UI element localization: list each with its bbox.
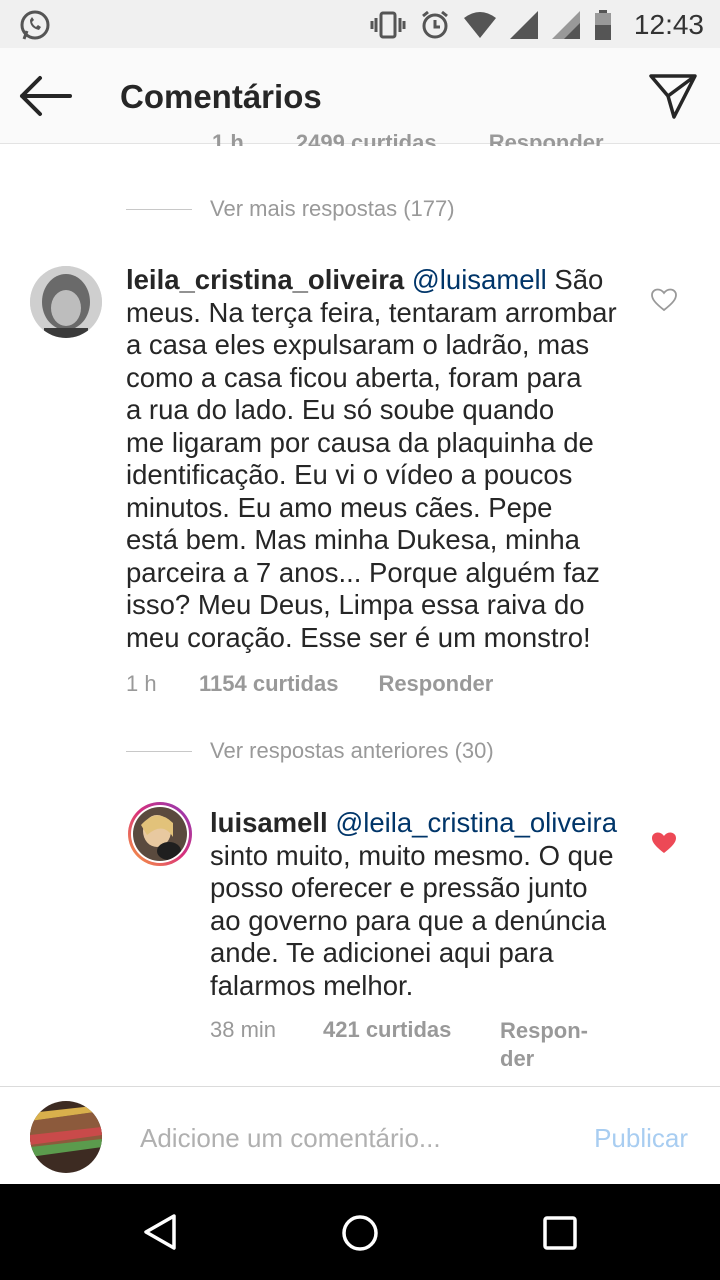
comment-2-meta: 38 min 421 curtidas Respon- der <box>210 1017 588 1073</box>
comment-2-line-0: luisamell @leila_cristina_oliveira <box>210 807 640 840</box>
partial-reply[interactable]: Responder <box>489 130 604 146</box>
comment-1-meta: 1 h 1154 curtidas Responder <box>126 671 493 697</box>
view-previous-replies-label[interactable]: Ver respostas anteriores (30) <box>210 738 494 764</box>
view-more-replies[interactable]: Ver mais respostas (177) <box>126 196 455 222</box>
signal-icon <box>510 11 538 39</box>
reply-label-line1[interactable]: Respon- <box>500 1018 588 1043</box>
status-icons <box>370 10 612 40</box>
reply-button[interactable]: Responder <box>378 671 493 697</box>
comment-username[interactable]: luisamell <box>210 807 328 838</box>
reply-button[interactable]: Respon- der <box>500 1017 588 1073</box>
avatar-story-ring[interactable] <box>128 802 192 866</box>
comment-line: me ligaram por causa da plaquinha de <box>126 426 594 458</box>
view-previous-replies[interactable]: Ver respostas anteriores (30) <box>126 738 494 764</box>
wifi-icon <box>464 12 496 38</box>
view-more-replies-label[interactable]: Ver mais respostas (177) <box>210 196 455 222</box>
nav-recents-icon[interactable] <box>541 1214 579 1252</box>
nav-home-icon[interactable] <box>340 1213 380 1253</box>
comment-line: a casa eles expulsaram o ladrão, mas <box>126 329 590 360</box>
back-arrow-icon[interactable] <box>18 74 74 118</box>
battery-icon <box>595 10 611 40</box>
page-title: Comentários <box>120 78 322 115</box>
mention-link[interactable]: @leila_cristina_oliveira <box>335 807 617 838</box>
comment-line: São <box>554 264 604 295</box>
navigation-bar <box>0 1184 720 1280</box>
comment-time: 38 min <box>210 1017 277 1042</box>
publish-button[interactable]: Publicar <box>594 1123 688 1154</box>
comment-line: posso oferecer e pressão junto <box>210 872 588 903</box>
partial-time: 1 h <box>212 130 244 146</box>
comment-username[interactable]: leila_cristina_oliveira <box>126 264 404 295</box>
avatar-photo <box>30 266 102 338</box>
clock: 12:43 <box>633 9 704 40</box>
nav-back-icon[interactable] <box>140 1212 180 1252</box>
comment-line: parceira a 7 anos... Porque alguém faz <box>126 556 600 588</box>
comment-time: 1 h <box>126 671 157 696</box>
comment-line: falarmos melhor. <box>210 969 414 1001</box>
comment-line: ao governo para que a denúncia <box>210 904 607 936</box>
comment-input[interactable]: Adicione um comentário... <box>140 1123 441 1154</box>
comment-line: como a casa ficou aberta, foram para <box>126 361 582 393</box>
alarm-icon <box>422 10 448 39</box>
status-bar: 12:43 <box>0 0 720 48</box>
mention-link[interactable]: @luisamell <box>412 264 547 295</box>
comment-line: está bem. Mas minha Dukesa, minha <box>126 524 580 555</box>
partial-comment-meta: 1 h 2499 curtidas Responder <box>212 130 650 146</box>
comment-likes[interactable]: 1154 curtidas <box>199 671 338 697</box>
comment-line: identificação. Eu vi o vídeo a poucos <box>126 459 573 490</box>
comment-2-text: luisamell @leila_cristina_oliveira sinto… <box>210 807 640 1002</box>
liked-heart-icon[interactable] <box>651 831 677 855</box>
my-avatar <box>30 1101 102 1173</box>
comment-line: sinto muito, muito mesmo. O que <box>210 839 614 871</box>
direct-share-icon[interactable] <box>648 72 698 120</box>
comment-input-bar: Adicione um comentário... Publicar <box>0 1086 720 1184</box>
comment-line: minutos. Eu amo meus cães. Pepe <box>126 491 553 523</box>
whatsapp-icon <box>20 10 50 40</box>
avatar <box>133 807 187 861</box>
divider-line <box>126 750 192 752</box>
comment-line: ande. Te adicionei aqui para <box>210 937 554 968</box>
comment-likes[interactable]: 421 curtidas <box>323 1017 500 1073</box>
comment-line: isso? Meu Deus, Limpa essa raiva do <box>126 589 585 620</box>
comment-line: meu coração. Esse ser é um monstro! <box>126 621 591 653</box>
vibrate-icon <box>370 11 406 39</box>
my-avatar-photo <box>30 1101 102 1173</box>
comment-line: meus. Na terça feira, tentaram arrombar <box>126 296 617 328</box>
comment-1-line-0: leila_cristina_oliveira @luisamell São <box>126 264 636 297</box>
signal-icon-2 <box>552 11 580 39</box>
reply-label-line2[interactable]: der <box>500 1046 534 1071</box>
partial-likes: 2499 curtidas <box>295 130 437 146</box>
comment-1-text: leila_cristina_oliveira @luisamell São m… <box>126 264 636 654</box>
avatar[interactable] <box>30 266 102 338</box>
comment-line: a rua do lado. Eu só soube quando <box>126 394 555 425</box>
like-heart-icon[interactable] <box>651 288 677 312</box>
avatar-ring-inner <box>131 805 189 863</box>
divider-line <box>126 208 192 210</box>
